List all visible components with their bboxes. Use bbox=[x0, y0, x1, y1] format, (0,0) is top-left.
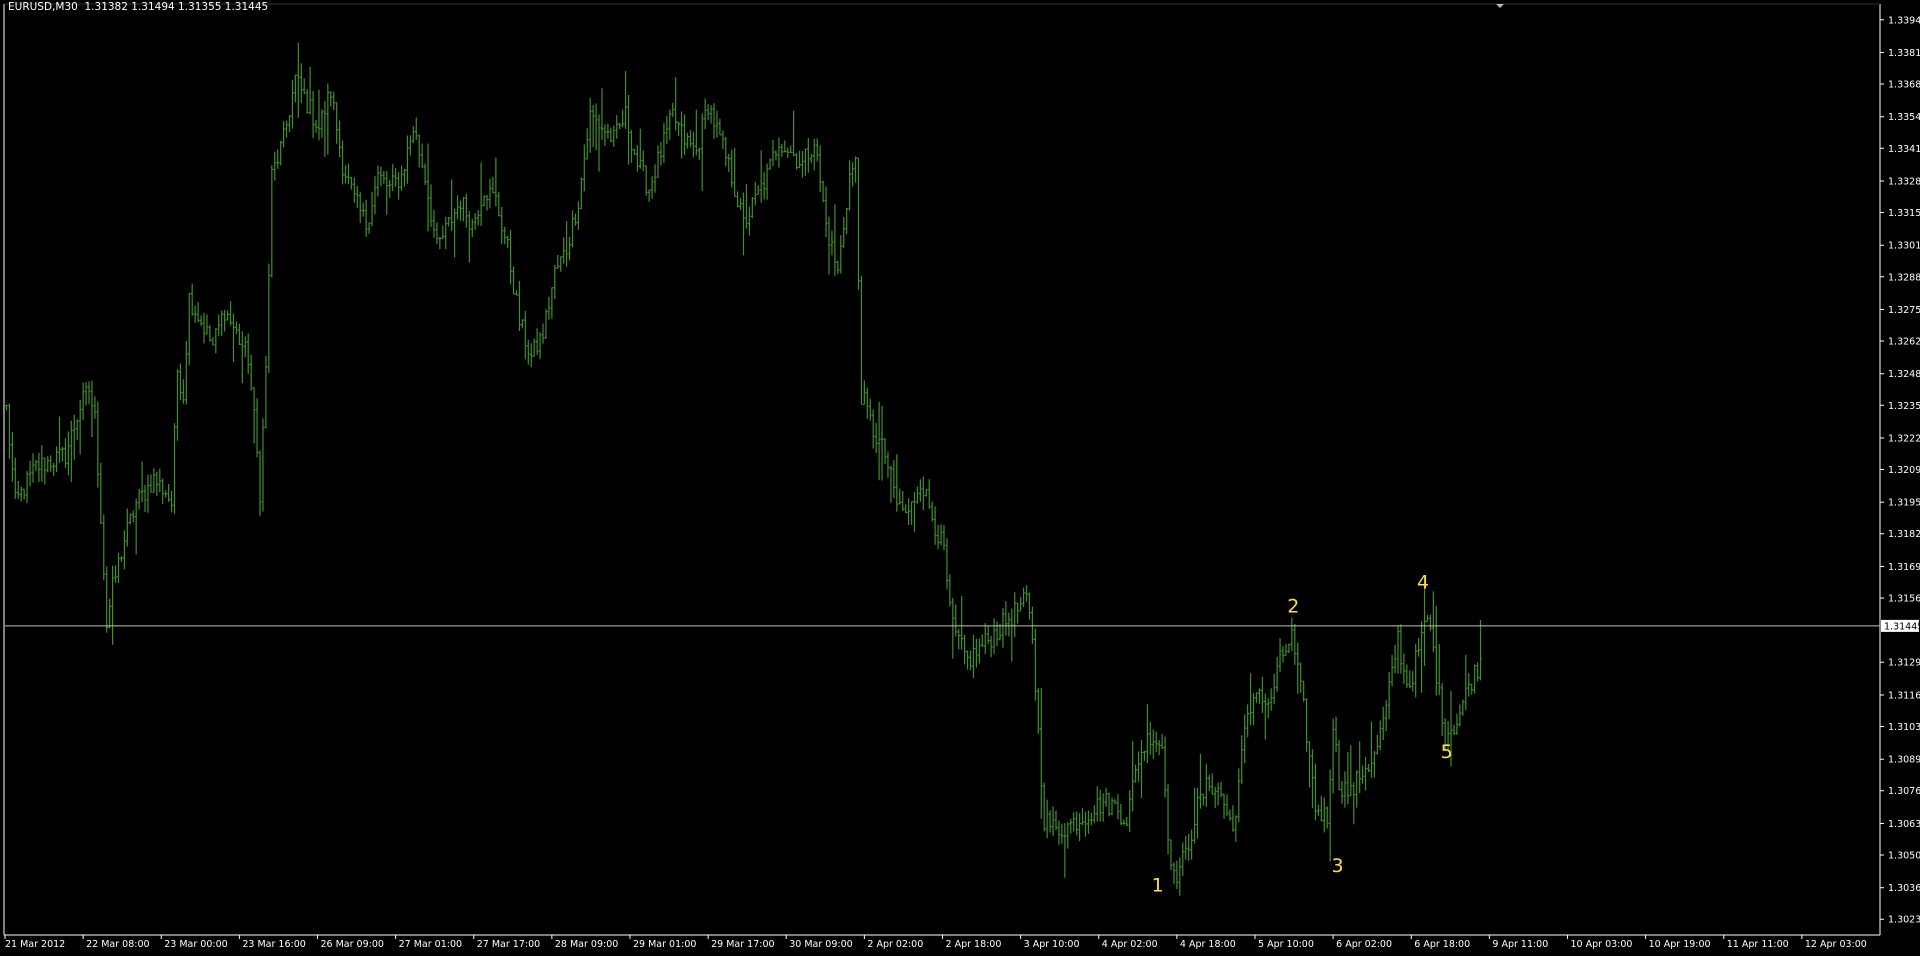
time-tick-label: 4 Apr 02:00 bbox=[1102, 939, 1158, 950]
time-tick-label: 2 Apr 02:00 bbox=[867, 939, 923, 950]
time-tick-label: 27 Mar 17:00 bbox=[477, 939, 540, 950]
current-price-label: 1.31445 bbox=[1884, 621, 1920, 632]
symbol-label: EURUSD,M30 bbox=[8, 1, 78, 13]
price-tick-label: 1.30765 bbox=[1888, 786, 1920, 797]
time-tick-label: 4 Apr 18:00 bbox=[1180, 939, 1236, 950]
price-tick-label: 1.32485 bbox=[1888, 369, 1920, 380]
time-tick-label: 12 Apr 03:00 bbox=[1805, 939, 1867, 950]
price-tick-label: 1.30895 bbox=[1888, 755, 1920, 766]
time-tick-label: 29 Mar 17:00 bbox=[711, 939, 774, 950]
price-tick-label: 1.32620 bbox=[1888, 337, 1920, 348]
price-tick-label: 1.33810 bbox=[1888, 48, 1920, 59]
price-tick-label: 1.30365 bbox=[1888, 883, 1920, 894]
time-tick-label: 29 Mar 01:00 bbox=[633, 939, 696, 950]
time-tick-label: 23 Mar 00:00 bbox=[164, 939, 227, 950]
time-tick-label: 23 Mar 16:00 bbox=[242, 939, 305, 950]
time-tick-label: 30 Mar 09:00 bbox=[789, 939, 852, 950]
price-chart[interactable]: 1.33945 1.33810 1.33680 1.33545 1.33415 1.332… bbox=[0, 0, 1920, 952]
time-tick-label: 28 Mar 09:00 bbox=[555, 939, 618, 950]
time-tick-label: 6 Apr 18:00 bbox=[1414, 939, 1470, 950]
wave-label: 3 bbox=[1332, 855, 1344, 877]
price-tick-label: 1.33680 bbox=[1888, 80, 1920, 91]
wave-label: 5 bbox=[1441, 741, 1453, 763]
price-tick-label: 1.33415 bbox=[1888, 144, 1920, 155]
wave-label: 4 bbox=[1417, 571, 1429, 593]
price-tick-label: 1.30500 bbox=[1888, 850, 1920, 861]
price-tick-label: 1.31295 bbox=[1888, 658, 1920, 669]
price-tick-label: 1.33945 bbox=[1888, 15, 1920, 26]
price-tick-label: 1.31160 bbox=[1888, 690, 1920, 701]
price-tick-label: 1.31955 bbox=[1888, 498, 1920, 509]
time-tick-label: 26 Mar 09:00 bbox=[321, 939, 384, 950]
price-tick-label: 1.31825 bbox=[1888, 529, 1920, 540]
time-tick-label: 10 Apr 19:00 bbox=[1649, 939, 1711, 950]
price-tick-label: 1.31030 bbox=[1888, 722, 1920, 733]
time-tick-label: 6 Apr 02:00 bbox=[1336, 939, 1392, 950]
chart-header: EURUSD,M30 1.31382 1.31494 1.31355 1.314… bbox=[8, 1, 268, 13]
time-tick-label: 9 Apr 11:00 bbox=[1492, 939, 1548, 950]
price-tick-label: 1.32090 bbox=[1888, 465, 1920, 476]
price-tick-label: 1.33545 bbox=[1888, 112, 1920, 123]
price-tick-label: 1.33150 bbox=[1888, 208, 1920, 219]
price-tick-label: 1.30630 bbox=[1888, 819, 1920, 830]
price-tick-label: 1.32885 bbox=[1888, 272, 1920, 283]
wave-label: 2 bbox=[1287, 596, 1299, 618]
time-tick-label: 5 Apr 10:00 bbox=[1258, 939, 1314, 950]
price-tick-label: 1.31690 bbox=[1888, 562, 1920, 573]
time-tick-label: 21 Mar 2012 bbox=[5, 939, 65, 950]
time-tick-label: 3 Apr 10:00 bbox=[1024, 939, 1080, 950]
price-tick-label: 1.31560 bbox=[1888, 593, 1920, 604]
price-tick-label: 1.33280 bbox=[1888, 176, 1920, 187]
time-tick-label: 11 Apr 11:00 bbox=[1727, 939, 1789, 950]
price-tick-label: 1.33015 bbox=[1888, 241, 1920, 252]
price-tick-label: 1.32355 bbox=[1888, 401, 1920, 412]
chart-root: 1.33945 1.33810 1.33680 1.33545 1.33415 1.332… bbox=[0, 0, 1920, 952]
time-tick-label: 2 Apr 18:00 bbox=[946, 939, 1002, 950]
price-tick-label: 1.32220 bbox=[1888, 433, 1920, 444]
price-tick-label: 1.32750 bbox=[1888, 305, 1920, 316]
wave-label: 1 bbox=[1152, 874, 1164, 896]
chart-background bbox=[0, 0, 1920, 952]
ohlc-values: 1.31382 1.31494 1.31355 1.31445 bbox=[84, 1, 269, 13]
price-tick-label: 1.30235 bbox=[1888, 915, 1920, 926]
time-tick-label: 27 Mar 01:00 bbox=[399, 939, 462, 950]
time-tick-label: 10 Apr 03:00 bbox=[1571, 939, 1633, 950]
time-tick-label: 22 Mar 08:00 bbox=[86, 939, 149, 950]
